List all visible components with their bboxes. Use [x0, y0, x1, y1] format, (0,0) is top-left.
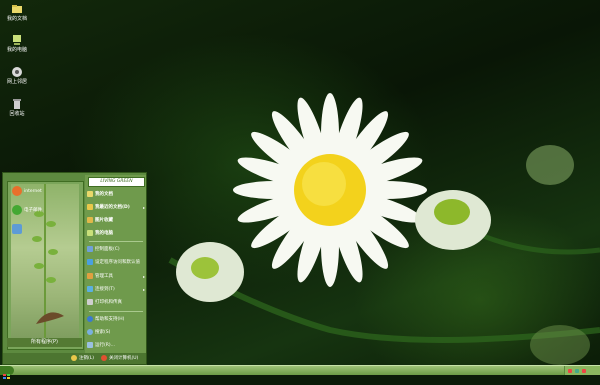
- submenu-arrow-icon: ▸: [142, 204, 145, 210]
- menu-item-recent-docs[interactable]: 我最近的文档(D) ▸: [87, 202, 145, 212]
- start-menu-footer: 注销(L) 关闭计算机(U): [3, 353, 146, 364]
- desktop-icon-network[interactable]: 网上邻居: [2, 66, 32, 85]
- help-icon: [87, 316, 93, 322]
- menu-item-my-computer[interactable]: 我的电脑: [87, 228, 145, 238]
- power-icon: [101, 355, 107, 361]
- pinned-email[interactable]: 电子邮件: [12, 205, 42, 215]
- menu-separator: [89, 241, 143, 242]
- admin-tools-icon: [87, 273, 93, 279]
- logoff-button[interactable]: 注销(L): [71, 355, 94, 361]
- pinned-internet[interactable]: internet: [12, 186, 42, 196]
- menu-item-label: 控制面板(C): [95, 247, 120, 252]
- system-tray: [564, 366, 600, 375]
- menu-item-program-access[interactable]: 设定程序访问和默认值: [87, 257, 145, 267]
- program-access-icon: [87, 259, 93, 265]
- submenu-arrow-icon: ▸: [142, 273, 145, 279]
- desktop-icon-my-computer[interactable]: 我的电脑: [2, 34, 32, 53]
- pinned-label: 电子邮件: [24, 208, 42, 213]
- start-button[interactable]: [0, 366, 14, 379]
- tray-icon[interactable]: [582, 368, 586, 373]
- pinned-label: internet: [24, 188, 42, 194]
- recycle-bin-icon: [11, 98, 23, 110]
- network-icon: [11, 66, 23, 78]
- menu-item-admin-tools[interactable]: 管理工具 ▸: [87, 271, 145, 281]
- desktop-icon-label: 我的电脑: [6, 47, 27, 53]
- submenu-arrow-icon: ▸: [142, 286, 145, 292]
- folder-icon: [11, 3, 23, 15]
- start-menu-left-pane: internet 电子邮件: [7, 181, 84, 350]
- printer-icon: [87, 299, 93, 305]
- menu-item-control-panel[interactable]: 控制面板(C): [87, 244, 145, 254]
- computer-icon: [11, 34, 23, 46]
- pinned-item-3[interactable]: [12, 224, 22, 234]
- start-menu: internet 电子邮件 所有程序(P) LIVING GREEN 我的文档 …: [2, 172, 147, 365]
- menu-item-label: 设定程序访问和默认值: [95, 260, 140, 265]
- desktop-icon-label: 我的文档: [6, 16, 27, 22]
- menu-item-label: 我的文档: [95, 192, 113, 197]
- browser-icon: [12, 186, 22, 196]
- menu-item-printers[interactable]: 打印机和传真: [87, 297, 145, 307]
- key-icon: [71, 355, 77, 361]
- connect-icon: [87, 286, 93, 292]
- menu-item-search[interactable]: 搜索(S): [87, 327, 145, 337]
- menu-separator: [89, 311, 143, 312]
- menu-item-run[interactable]: 运行(R)...: [87, 340, 145, 350]
- menu-item-label: 管理工具: [95, 274, 113, 279]
- pictures-icon: [87, 217, 93, 223]
- menu-item-label: 我的电脑: [95, 231, 113, 236]
- documents-icon: [12, 224, 22, 234]
- tray-icon[interactable]: [575, 368, 579, 373]
- shutdown-label: 关闭计算机(U): [109, 356, 139, 361]
- logoff-label: 注销(L): [79, 356, 95, 361]
- all-programs-button[interactable]: 所有程序(P): [7, 338, 82, 347]
- desktop-icon-label: 回收站: [9, 111, 25, 117]
- windows-logo-icon: [3, 374, 10, 379]
- control-panel-icon: [87, 246, 93, 252]
- menu-item-my-documents[interactable]: 我的文档: [87, 189, 145, 199]
- taskbar: [0, 365, 600, 379]
- folder-icon: [87, 191, 93, 197]
- menu-item-label: 帮助和支持(H): [95, 317, 125, 322]
- menu-item-pictures[interactable]: 图片收藏: [87, 215, 145, 225]
- living-green-logo: LIVING GREEN: [88, 177, 145, 187]
- tray-icon[interactable]: [568, 368, 572, 373]
- menu-item-label: 打印机和传真: [95, 300, 122, 305]
- menu-item-label: 我最近的文档(D): [95, 205, 130, 210]
- desktop-icon-label: 网上邻居: [6, 79, 27, 85]
- menu-item-label: 运行(R)...: [95, 343, 115, 348]
- start-menu-right-pane: LIVING GREEN 我的文档 我最近的文档(D) ▸ 图片收藏 我的电脑 …: [85, 175, 146, 353]
- email-icon: [12, 205, 22, 215]
- run-icon: [87, 342, 93, 348]
- recent-docs-icon: [87, 204, 93, 210]
- shutdown-button[interactable]: 关闭计算机(U): [101, 355, 138, 361]
- menu-item-label: 图片收藏: [95, 218, 113, 223]
- menu-item-help[interactable]: 帮助和支持(H): [87, 314, 145, 324]
- computer-icon: [87, 230, 93, 236]
- desktop-icon-recycle-bin[interactable]: 回收站: [2, 98, 32, 117]
- menu-item-label: 连接到(T): [95, 287, 115, 292]
- menu-item-label: 搜索(S): [95, 330, 111, 335]
- menu-item-connect[interactable]: 连接到(T) ▸: [87, 284, 145, 294]
- desktop-icon-my-documents[interactable]: 我的文档: [2, 3, 32, 22]
- search-icon: [87, 329, 93, 335]
